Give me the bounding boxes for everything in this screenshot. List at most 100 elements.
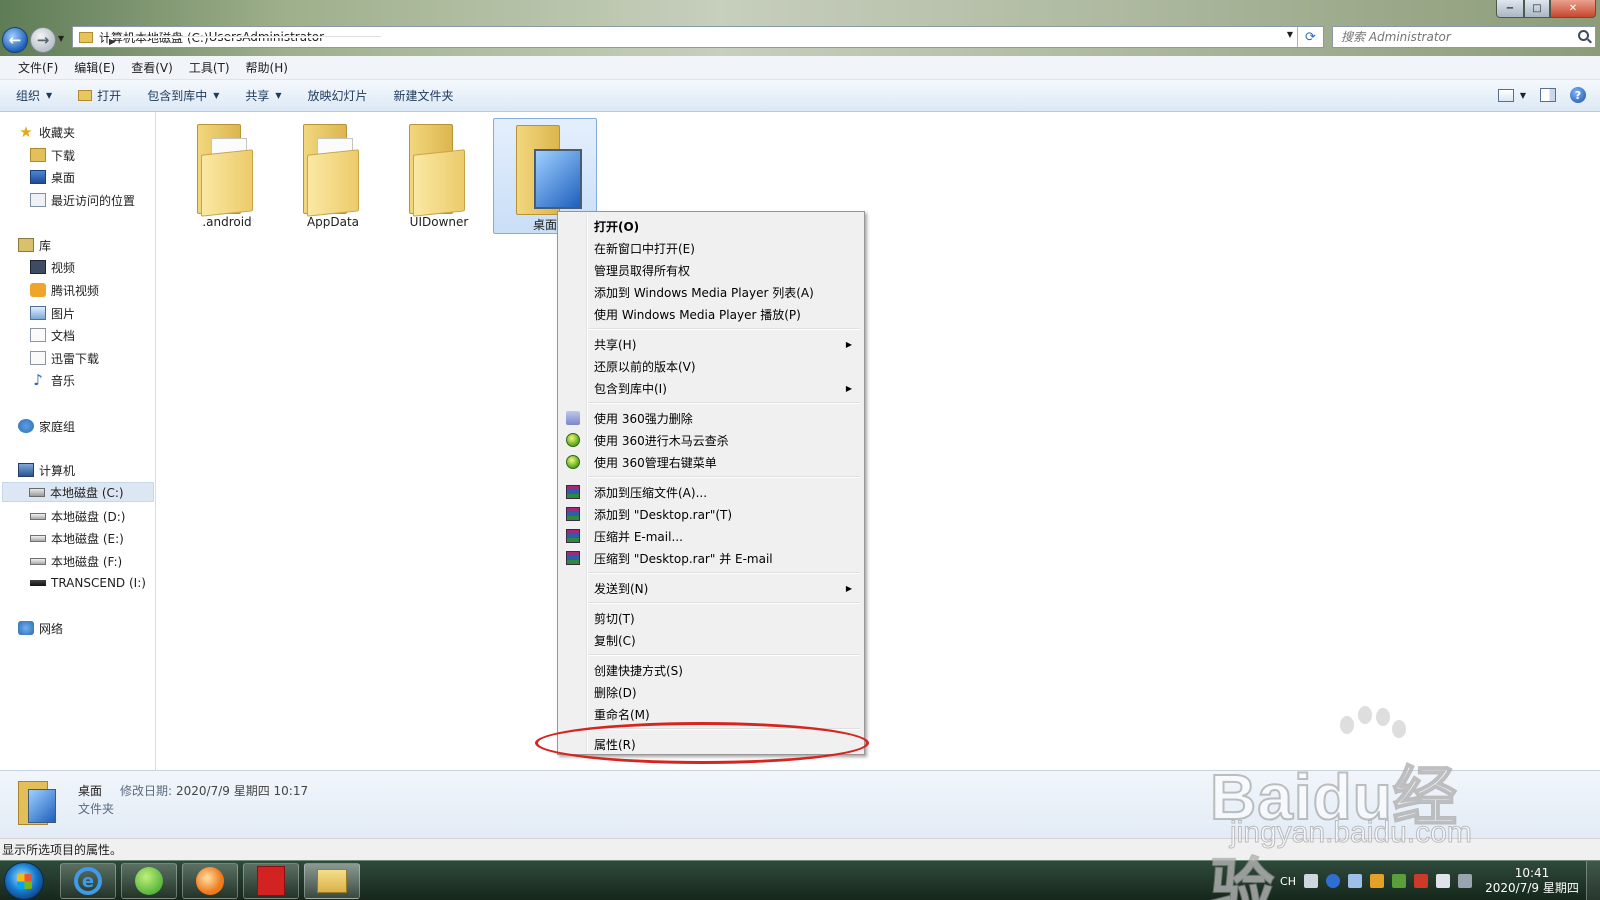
nav-desktop[interactable]: 桌面 bbox=[30, 167, 75, 187]
address-bar[interactable]: ▶ 计算机 ▶ 本地磁盘 (C:) ▶ Users ▶ Administrator ▶ … bbox=[72, 26, 1324, 48]
nav-homegroup[interactable]: 家庭组 bbox=[18, 416, 75, 436]
taskbar-explorer-button[interactable] bbox=[304, 863, 360, 899]
search-input[interactable] bbox=[1341, 30, 1561, 44]
search-icon[interactable] bbox=[1578, 30, 1589, 41]
include-in-library-button[interactable]: 包含到库中 ▼ bbox=[147, 87, 219, 104]
address-history-dropdown-icon[interactable]: ▼ bbox=[1287, 30, 1293, 39]
open-folder-icon bbox=[78, 90, 93, 101]
open-button[interactable]: 打开 bbox=[78, 87, 121, 104]
preview-pane-icon[interactable] bbox=[1540, 88, 1556, 102]
nav-drive-e[interactable]: 本地磁盘 (E:) bbox=[30, 528, 124, 548]
nav-network[interactable]: 网络 bbox=[18, 618, 63, 638]
nav-tencent-video[interactable]: 腾讯视频 bbox=[30, 280, 99, 300]
nav-label: 腾讯视频 bbox=[51, 283, 100, 298]
nav-drive-d[interactable]: 本地磁盘 (D:) bbox=[30, 506, 125, 526]
chevron-down-icon[interactable]: ▼ bbox=[1520, 91, 1526, 100]
back-button[interactable]: ← bbox=[2, 27, 28, 53]
ctx-add-archive[interactable]: 添加到压缩文件(A)... bbox=[560, 481, 862, 503]
ctx-open[interactable]: 打开(O) bbox=[560, 215, 862, 237]
nav-downloads[interactable]: 下载 bbox=[30, 145, 75, 165]
new-folder-label: 新建文件夹 bbox=[393, 89, 454, 103]
nav-pictures[interactable]: 图片 bbox=[30, 303, 75, 323]
submenu-arrow-icon: ▶ bbox=[845, 339, 852, 349]
ctx-wmp-add[interactable]: 添加到 Windows Media Player 列表(A) bbox=[560, 281, 862, 303]
ctx-cut[interactable]: 剪切(T) bbox=[560, 607, 862, 629]
show-desktop-button[interactable] bbox=[1586, 861, 1600, 900]
taskbar-ie-button[interactable]: e bbox=[60, 863, 116, 899]
recent-pages-dropdown-icon[interactable]: ▼ bbox=[58, 34, 64, 43]
maximize-button[interactable]: □ bbox=[1524, 0, 1550, 18]
nav-drive-c[interactable]: 本地磁盘 (C:) bbox=[2, 482, 154, 502]
recent-places-icon bbox=[30, 193, 46, 207]
taskbar-360-browser-button[interactable] bbox=[121, 863, 177, 899]
nav-computer[interactable]: 计算机 bbox=[18, 460, 75, 480]
folder-name: AppData bbox=[306, 215, 360, 229]
search-box[interactable] bbox=[1332, 26, 1596, 48]
menu-help[interactable]: 帮助(H) bbox=[246, 59, 288, 76]
ctx-delete[interactable]: 删除(D) bbox=[560, 681, 862, 703]
ctx-share[interactable]: 共享(H) ▶ bbox=[560, 333, 862, 355]
new-folder-button[interactable]: 新建文件夹 bbox=[394, 87, 454, 104]
folder-icon bbox=[409, 124, 469, 217]
context-menu: 打开(O) 在新窗口中打开(E) 管理员取得所有权 添加到 Windows Me… bbox=[557, 211, 865, 755]
nav-label: 库 bbox=[39, 238, 52, 253]
menu-edit[interactable]: 编辑(E) bbox=[74, 59, 115, 76]
nav-drive-i[interactable]: TRANSCEND (I:) bbox=[30, 573, 146, 593]
ctx-label: 发送到(N) bbox=[594, 581, 649, 596]
nav-libraries[interactable]: 库 bbox=[18, 235, 51, 255]
help-icon[interactable]: ? bbox=[1570, 87, 1586, 103]
details-modified-label: 修改日期: bbox=[120, 784, 173, 798]
menu-file[interactable]: 文件(F) bbox=[18, 59, 58, 76]
taskbar-app-button[interactable] bbox=[243, 863, 299, 899]
desktop-folder-icon bbox=[516, 125, 582, 215]
ctx-label: 压缩到 "Desktop.rar" 并 E-mail bbox=[594, 551, 773, 566]
taskbar-browser-button[interactable] bbox=[182, 863, 238, 899]
details-modified-value: 2020/7/9 星期四 10:17 bbox=[176, 784, 309, 798]
share-button[interactable]: 共享 ▼ bbox=[245, 87, 281, 104]
ctx-wmp-play[interactable]: 使用 Windows Media Player 播放(P) bbox=[560, 303, 862, 325]
organize-button[interactable]: 组织 ▼ bbox=[16, 87, 52, 104]
menu-view[interactable]: 查看(V) bbox=[131, 59, 173, 76]
ctx-restore-versions[interactable]: 还原以前的版本(V) bbox=[560, 355, 862, 377]
nav-xunlei[interactable]: 迅雷下载 bbox=[30, 348, 99, 368]
menu-separator bbox=[588, 402, 860, 404]
slideshow-button[interactable]: 放映幻灯片 bbox=[308, 87, 368, 104]
ctx-open-new-window[interactable]: 在新窗口中打开(E) bbox=[560, 237, 862, 259]
minimize-button[interactable]: − bbox=[1496, 0, 1524, 18]
ctx-360-manage[interactable]: 使用 360管理右键菜单 bbox=[560, 451, 862, 473]
nav-documents[interactable]: 文档 bbox=[30, 325, 75, 345]
ctx-take-ownership[interactable]: 管理员取得所有权 bbox=[560, 259, 862, 281]
refresh-icon[interactable]: ⟳ bbox=[1297, 27, 1323, 47]
ctx-copy[interactable]: 复制(C) bbox=[560, 629, 862, 651]
ctx-360-delete[interactable]: 使用 360强力删除 bbox=[560, 407, 862, 429]
folder-tile-appdata[interactable]: AppData bbox=[281, 118, 385, 234]
window-controls: − □ ✕ bbox=[1496, 0, 1596, 18]
organize-label: 组织 bbox=[16, 89, 41, 103]
nav-drive-f[interactable]: 本地磁盘 (F:) bbox=[30, 551, 122, 571]
hard-drive-icon bbox=[30, 512, 46, 520]
forward-button[interactable]: → bbox=[30, 27, 56, 53]
menu-tools[interactable]: 工具(T) bbox=[189, 59, 230, 76]
ctx-add-rar[interactable]: 添加到 "Desktop.rar"(T) bbox=[560, 503, 862, 525]
ctx-include-library[interactable]: 包含到库中(I) ▶ bbox=[560, 377, 862, 399]
change-view-icon[interactable] bbox=[1497, 88, 1514, 102]
ctx-send-to[interactable]: 发送到(N) ▶ bbox=[560, 577, 862, 599]
submenu-arrow-icon: ▶ bbox=[845, 383, 852, 393]
xunlei-download-icon bbox=[30, 351, 46, 365]
breadcrumb-arrow-icon[interactable]: ▶ bbox=[109, 36, 381, 46]
start-button[interactable] bbox=[4, 862, 44, 900]
nav-video[interactable]: 视频 bbox=[30, 257, 75, 277]
nav-recent-places[interactable]: 最近访问的位置 bbox=[30, 190, 135, 210]
ctx-label: 使用 360强力删除 bbox=[594, 411, 693, 426]
file-list: .android AppData UIDowner 桌面 bbox=[157, 112, 1600, 770]
folder-tile-android[interactable]: .android bbox=[175, 118, 279, 234]
nav-favorites[interactable]: ★ 收藏夹 bbox=[18, 122, 75, 142]
ctx-360-scan[interactable]: 使用 360进行木马云查杀 bbox=[560, 429, 862, 451]
close-button[interactable]: ✕ bbox=[1550, 0, 1596, 18]
nav-music[interactable]: ♪ 音乐 bbox=[30, 370, 75, 390]
ctx-compress-rar-email[interactable]: 压缩到 "Desktop.rar" 并 E-mail bbox=[560, 547, 862, 569]
include-label: 包含到库中 bbox=[147, 89, 208, 103]
ctx-create-shortcut[interactable]: 创建快捷方式(S) bbox=[560, 659, 862, 681]
folder-tile-uidowner[interactable]: UIDowner bbox=[387, 118, 491, 234]
ctx-compress-email[interactable]: 压缩并 E-mail... bbox=[560, 525, 862, 547]
